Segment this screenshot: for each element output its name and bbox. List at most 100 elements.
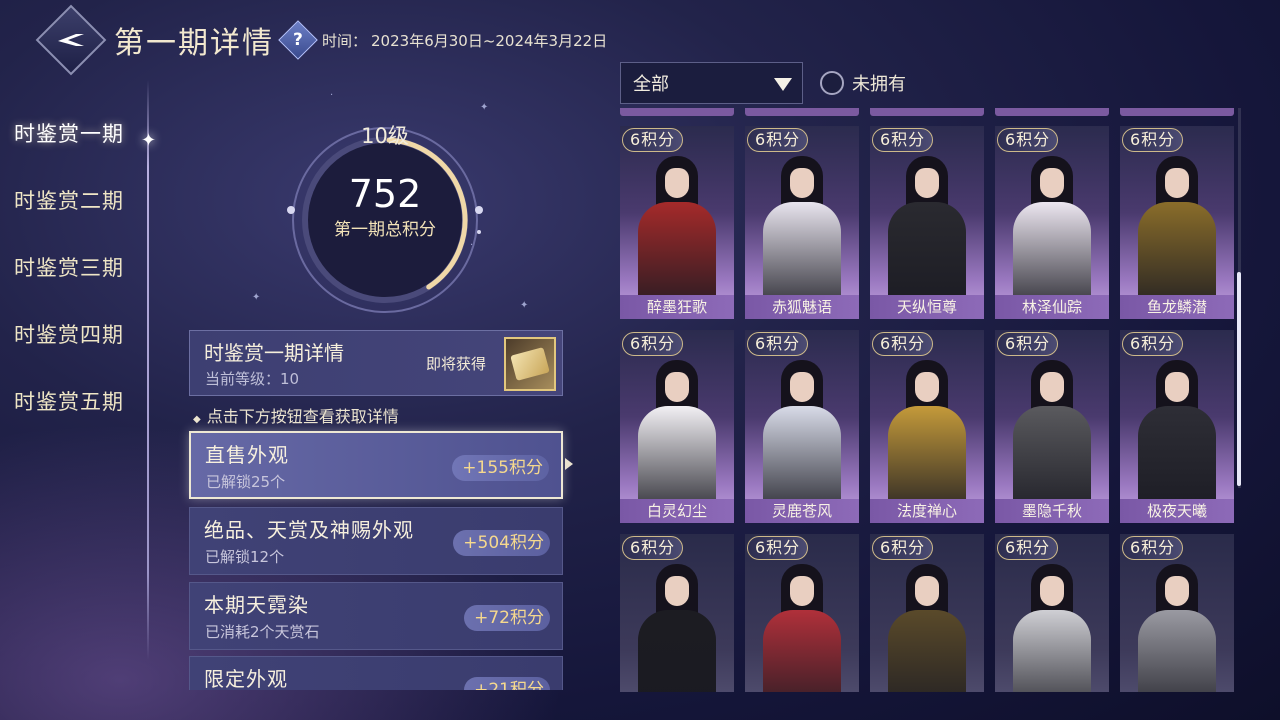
costume-figure (759, 360, 845, 523)
filter-selected: 全部 (633, 74, 669, 95)
total-score: 752 (348, 172, 422, 216)
category-points: +504积分 (453, 530, 550, 556)
costume-name: 林泽仙踪 (995, 295, 1109, 319)
points-badge: 6积分 (747, 332, 809, 356)
back-arrow-icon (58, 34, 84, 46)
selected-arrow-icon (565, 458, 573, 470)
costume-figure (1134, 360, 1220, 523)
points-badge: 6积分 (622, 536, 684, 560)
costume-figure (1134, 156, 1220, 319)
costume-figure (634, 360, 720, 523)
category-name: 本期天霓染 (204, 593, 309, 617)
category-card-dye[interactable]: 本期天霓染 已消耗2个天赏石 +72积分 (189, 582, 563, 650)
category-card-direct-sale[interactable]: 直售外观 已解锁25个 +155积分 (189, 431, 563, 499)
level-label: 10级 (361, 124, 409, 148)
costume-card[interactable]: 6积分林泽仙踪 (995, 126, 1109, 319)
question-icon: ? (293, 30, 303, 50)
scrollbar-thumb[interactable] (1237, 272, 1241, 486)
sidebar-item-period-2[interactable]: 时鉴赏二期 (14, 185, 149, 252)
costume-figure (884, 156, 970, 319)
sidebar-item-period-4[interactable]: 时鉴赏四期 (14, 319, 149, 386)
costume-card[interactable]: 6积分 (1120, 534, 1234, 692)
back-button[interactable] (35, 4, 107, 76)
costume-card[interactable]: 6积分 墨隐千秋 (995, 330, 1109, 523)
partial-card[interactable] (995, 108, 1109, 116)
costume-figure (1134, 564, 1220, 692)
costume-figure (1009, 360, 1095, 523)
sidebar-item-period-3[interactable]: 时鉴赏三期 (14, 252, 149, 319)
costume-figure (884, 360, 970, 523)
costume-name: 白灵幻尘 (620, 499, 734, 523)
costume-card[interactable]: 6积分 (745, 534, 859, 692)
costume-name: 鱼龙鳞潜 (1120, 295, 1234, 319)
partial-card[interactable] (1120, 108, 1234, 116)
points-badge: 6积分 (1122, 332, 1184, 356)
costume-name: 赤狐魅语 (745, 295, 859, 319)
costume-figure (1009, 564, 1095, 692)
time-range: 2023年6月30日~2024年3月22日 (371, 31, 608, 50)
category-name: 直售外观 (205, 443, 289, 467)
sidebar-item-period-5[interactable]: 时鉴赏五期 (14, 386, 149, 453)
sidebar-item-period-1[interactable]: 时鉴赏一期 (14, 118, 149, 185)
time-label: 时间： (322, 31, 368, 50)
costume-figure (759, 156, 845, 319)
score-ring: 10级 752 第一期总积分 (285, 120, 485, 320)
category-points: +21积分 (464, 677, 550, 690)
reward-thumbnail[interactable] (504, 337, 556, 391)
radio-icon (820, 71, 844, 95)
points-badge: 6积分 (872, 332, 934, 356)
costume-card[interactable]: 6积分 (620, 534, 734, 692)
dropdown-arrow-icon (774, 78, 792, 91)
category-card-premium[interactable]: 绝品、天赏及神赐外观 已解锁12个 +504积分 (189, 507, 563, 575)
costume-card[interactable]: 6积分 白灵幻尘 (620, 330, 734, 523)
costume-card[interactable]: 6积分 鱼龙鳞潜 (1120, 126, 1234, 319)
partial-card[interactable] (620, 108, 734, 116)
unowned-toggle[interactable]: 未拥有 (820, 70, 906, 96)
category-points: +155积分 (452, 455, 549, 481)
costume-figure (634, 156, 720, 319)
help-button[interactable]: ? (278, 20, 318, 60)
costume-name: 极夜天曦 (1120, 499, 1234, 523)
partial-card[interactable] (745, 108, 859, 116)
costume-card[interactable]: 6积分极夜天曦 (1120, 330, 1234, 523)
costume-figure (884, 564, 970, 692)
category-name: 限定外观 (204, 667, 288, 690)
costume-card[interactable]: 6积分 (870, 534, 984, 692)
current-level: 当前等级：10 (205, 370, 300, 388)
score-caption: 第一期总积分 (334, 220, 436, 240)
costume-card[interactable]: 6积分 法度禅心 (870, 330, 984, 523)
sidebar: 时鉴赏一期 时鉴赏二期 时鉴赏三期 时鉴赏四期 时鉴赏五期 (14, 118, 149, 453)
category-card-limited[interactable]: 限定外观 +21积分 (189, 656, 563, 690)
points-badge: 6积分 (747, 536, 809, 560)
costume-card[interactable]: 6积分赤狐魅语 (745, 126, 859, 319)
partial-card[interactable] (870, 108, 984, 116)
filter-dropdown[interactable]: 全部 (620, 62, 803, 104)
points-badge: 6积分 (872, 536, 934, 560)
points-badge: 6积分 (1122, 536, 1184, 560)
category-name: 绝品、天赏及神赐外观 (204, 518, 414, 542)
points-badge: 6积分 (997, 128, 1059, 152)
category-sub: 已解锁25个 (206, 473, 286, 491)
points-badge: 6积分 (622, 128, 684, 152)
costume-grid: 6积分 醉墨狂歌 6积分 赤狐魅语 6积分 天纵恒尊 6积分 林泽仙踪 6积分 鱼龙鳞潜 6积分 白灵… (620, 108, 1236, 692)
costume-name: 灵鹿苍风 (745, 499, 859, 523)
detail-title: 时鉴赏一期详情 (204, 341, 344, 365)
category-sub: 已解锁12个 (205, 548, 285, 566)
costume-name: 天纵恒尊 (870, 295, 984, 319)
costume-card[interactable]: 6积分 (995, 534, 1109, 692)
page-title: 第一期详情 (114, 26, 274, 61)
hint-text: ◆ 点击下方按钮查看获取详情 (193, 407, 399, 426)
points-badge: 6积分 (997, 536, 1059, 560)
costume-card[interactable]: 6积分醉墨狂歌 (620, 126, 734, 319)
header: 第一期详情 ? 时间： 2023年6月30日~2024年3月22日 (35, 4, 608, 76)
unowned-label: 未拥有 (852, 74, 906, 95)
costume-figure (634, 564, 720, 692)
costume-card[interactable]: 6积分灵鹿苍风 (745, 330, 859, 523)
costume-figure (759, 564, 845, 692)
costume-figure (1009, 156, 1095, 319)
category-points: +72积分 (464, 605, 550, 631)
costume-name: 墨隐千秋 (995, 499, 1109, 523)
points-badge: 6积分 (747, 128, 809, 152)
costume-card[interactable]: 6积分 天纵恒尊 (870, 126, 984, 319)
costume-name: 醉墨狂歌 (620, 295, 734, 319)
